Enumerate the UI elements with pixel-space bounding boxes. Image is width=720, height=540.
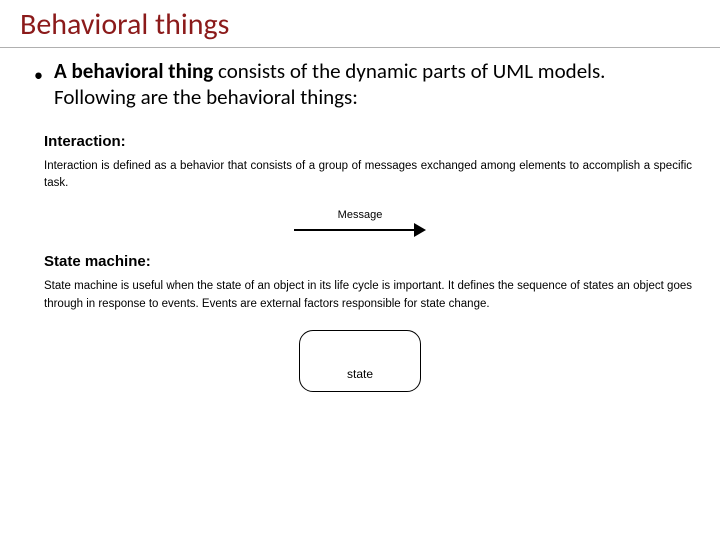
- state-machine-heading: State machine:: [0, 251, 720, 276]
- state-label: state: [347, 367, 373, 381]
- state-machine-body: State machine is useful when the state o…: [0, 276, 720, 324]
- state-diagram: state: [0, 324, 720, 392]
- bullet-marker: •: [34, 64, 43, 86]
- bullet-item: • A behavioral thing consists of the dyn…: [0, 58, 720, 111]
- bullet-text: A behavioral thing consists of the dynam…: [54, 58, 684, 111]
- arrow-icon: [294, 223, 426, 237]
- bullet-bold: A behavioral thing: [54, 58, 213, 84]
- message-label: Message: [338, 209, 383, 221]
- interaction-body: Interaction is defined as a behavior tha…: [0, 156, 720, 204]
- page-title: Behavioral things: [0, 0, 720, 48]
- message-diagram: Message: [294, 209, 426, 237]
- state-rounded-rect: state: [299, 330, 421, 392]
- interaction-heading: Interaction:: [0, 131, 720, 156]
- interaction-diagram: Message: [0, 203, 720, 251]
